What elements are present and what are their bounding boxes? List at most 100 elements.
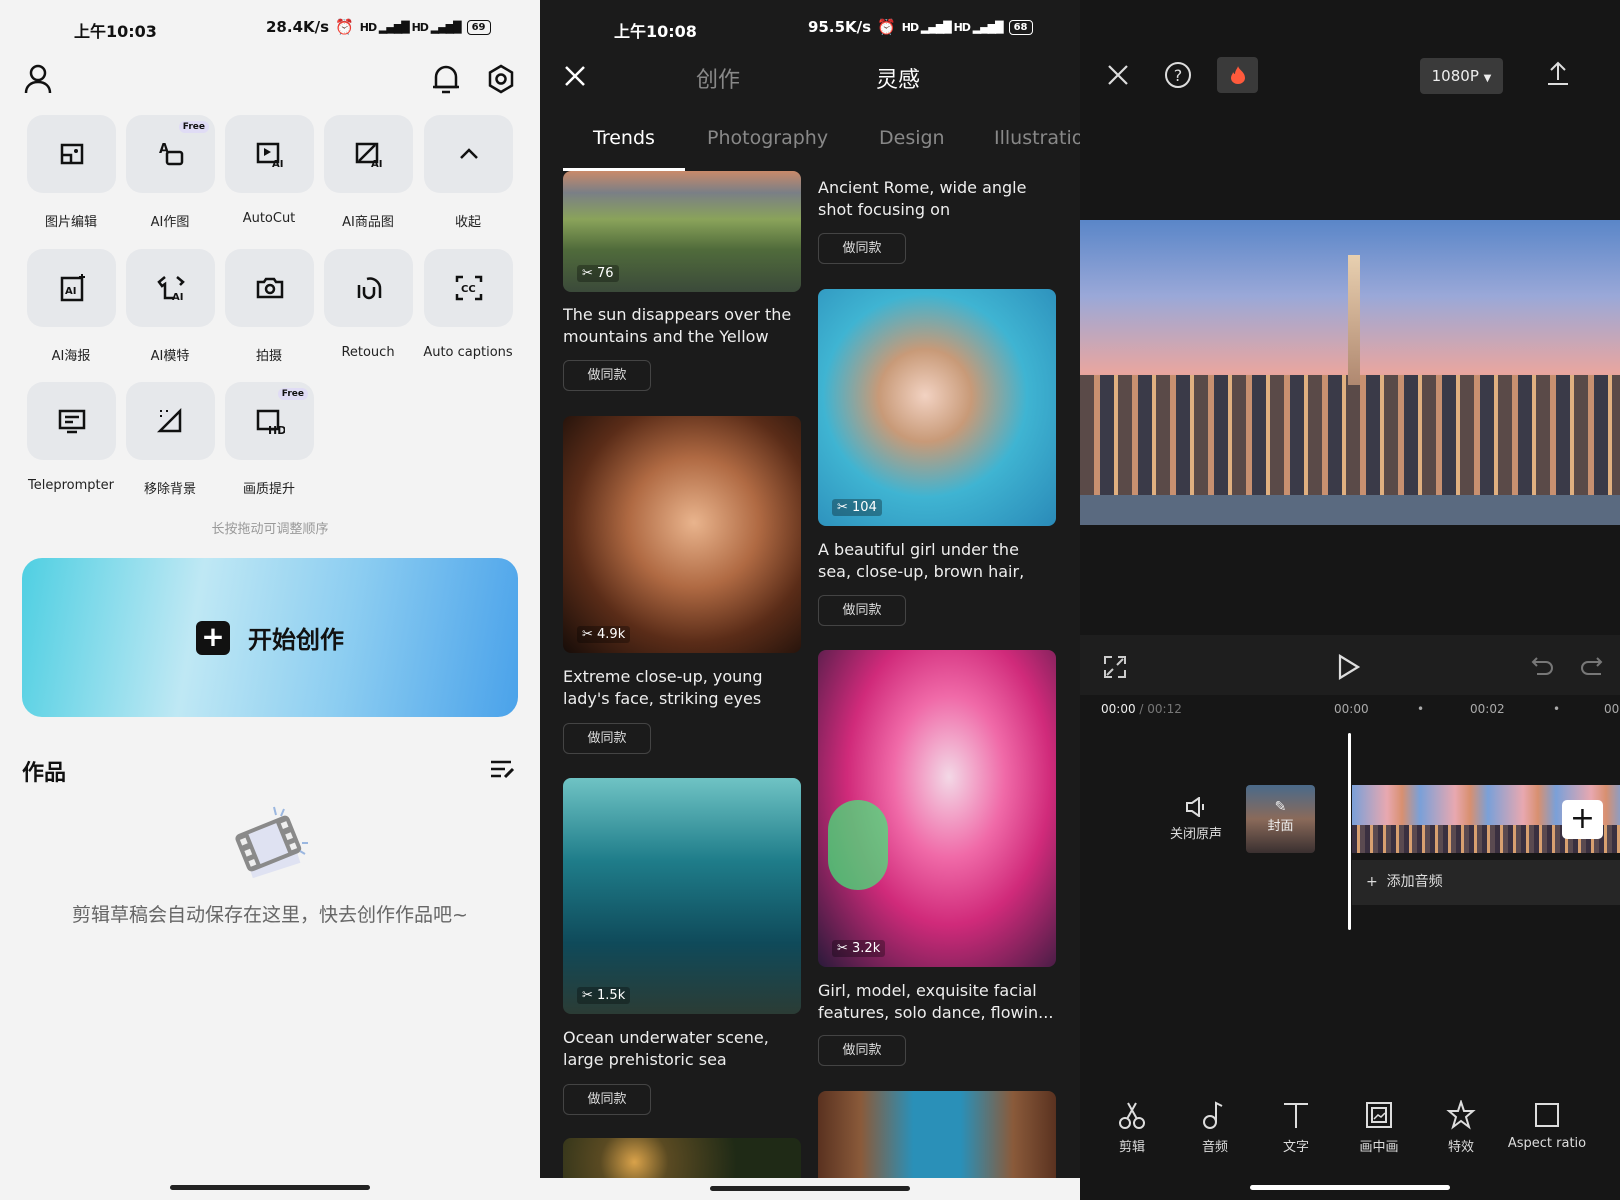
autocut-icon: AI (256, 142, 283, 169)
tool-remove-bg[interactable] (126, 382, 215, 460)
svg-text:CC: CC (461, 284, 476, 295)
ruler-dot: • (1553, 702, 1561, 716)
tool-camera[interactable] (225, 249, 314, 327)
make-same-button[interactable]: 做同款 (563, 723, 651, 754)
signal-icon: HD ▂▄▆█ HD ▂▄▆█ (901, 20, 1004, 34)
tool-chevron-up[interactable] (424, 115, 513, 193)
tool-label: AI海报 (51, 349, 91, 364)
toolbar-text[interactable]: 文字 (1251, 1100, 1341, 1155)
toolbar-music-note[interactable]: 音频 (1170, 1100, 1260, 1155)
make-same-button[interactable]: 做同款 (818, 233, 906, 264)
usage-count: ✂ 76 (577, 265, 619, 282)
tab-photography[interactable]: Photography (707, 127, 828, 149)
tool-label: 收起 (454, 215, 481, 230)
play-icon[interactable] (1338, 654, 1360, 680)
tool-label: AI商品图 (342, 215, 394, 230)
svg-text:AI: AI (172, 292, 183, 303)
help-icon[interactable]: ? (1164, 61, 1192, 89)
mute-label: 关闭原声 (1169, 827, 1222, 842)
video-preview[interactable] (1080, 220, 1620, 525)
make-same-button[interactable]: 做同款 (818, 595, 906, 626)
toolbar-effects-star[interactable]: 特效 (1416, 1100, 1506, 1155)
works-title: 作品 (22, 761, 67, 786)
timecode: 00:00 / 00:12 (1101, 702, 1182, 716)
add-clip-button[interactable]: + (1562, 800, 1603, 839)
card-image[interactable]: ✂ 4.9k (563, 416, 801, 653)
resolution-value: 1080P (1431, 67, 1479, 85)
bell-icon[interactable] (432, 64, 460, 94)
card-image[interactable]: ✂ 104 (818, 289, 1056, 526)
card-image[interactable] (818, 1091, 1056, 1191)
toolbar-scissors[interactable]: 剪辑 (1087, 1100, 1177, 1155)
make-same-button[interactable]: 做同款 (563, 360, 651, 391)
tool-image-edit[interactable] (27, 115, 116, 193)
tool-captions[interactable]: CC (424, 249, 513, 327)
caret-down-icon: ▼ (1483, 73, 1492, 84)
undo-icon[interactable] (1531, 656, 1555, 678)
tool-hd-enhance[interactable]: HD Free (225, 382, 314, 460)
user-icon[interactable] (24, 64, 52, 94)
tool-label: Teleprompter (28, 478, 114, 493)
hot-button[interactable] (1217, 57, 1258, 93)
tool-ai-product[interactable]: AI (324, 115, 413, 193)
start-creating-button[interactable]: + 开始创作 (22, 558, 518, 717)
make-same-button[interactable]: 做同款 (563, 1084, 651, 1115)
reorder-hint: 长按拖动可调整顺序 (211, 522, 329, 537)
tab-illustration[interactable]: Illustratio (994, 127, 1080, 149)
card-text: The sun disappears over the mountains an… (563, 305, 792, 346)
tool-label: 图片编辑 (44, 215, 97, 230)
export-icon[interactable] (1546, 60, 1570, 86)
toolbar-aspect-ratio[interactable]: Aspect ratio (1502, 1100, 1592, 1151)
tab-create[interactable]: 创作 (696, 62, 740, 94)
usage-count: ✂ 1.5k (577, 987, 631, 1004)
usage-count: ✂ 4.9k (577, 626, 631, 643)
edit-pencil-icon: ✎ (1274, 799, 1287, 815)
captions-icon: CC (455, 275, 482, 301)
make-same-button[interactable]: 做同款 (818, 1035, 906, 1066)
tab-design[interactable]: Design (879, 127, 945, 149)
manage-list-icon[interactable] (490, 758, 516, 780)
tool-ai-draw[interactable]: A Free (126, 115, 215, 193)
redo-icon[interactable] (1579, 656, 1603, 678)
tool-autocut[interactable]: AI (225, 115, 314, 193)
add-audio-button[interactable]: + 添加音频 (1352, 860, 1620, 905)
effects-star-icon (1446, 1100, 1476, 1130)
home-indicator (1250, 1185, 1450, 1190)
card-image[interactable]: ✂ 1.5k (563, 778, 801, 1014)
close-icon[interactable] (564, 65, 586, 87)
toolbar-picture-in-picture[interactable]: 画中画 (1334, 1100, 1424, 1155)
toolbar-label: 音频 (1201, 1140, 1228, 1155)
svg-text:AI: AI (371, 159, 382, 169)
tool-label: Retouch (341, 345, 395, 360)
tool-label: 移除背景 (143, 482, 196, 497)
network-speed: 95.5K/s (808, 18, 872, 36)
svg-text:?: ? (1174, 66, 1183, 85)
resolution-dropdown[interactable]: 1080P ▼ (1420, 58, 1503, 94)
tool-teleprompter[interactable] (27, 382, 116, 460)
svg-text:HD: HD (268, 424, 285, 436)
tool-label: AutoCut (242, 211, 296, 226)
cover-button[interactable]: ✎ 封面 (1246, 785, 1315, 853)
settings-icon[interactable] (487, 64, 515, 94)
home-indicator (710, 1186, 910, 1191)
film-reel-icon (235, 806, 308, 879)
picture-in-picture-icon (1366, 1102, 1392, 1128)
tool-retouch[interactable] (324, 249, 413, 327)
card-image[interactable]: ✂ 3.2k (818, 650, 1056, 967)
scissors-icon (1119, 1102, 1145, 1129)
tab-inspiration[interactable]: 灵感 (876, 62, 920, 94)
tool-ai-poster[interactable]: AI (27, 249, 116, 327)
ai-draw-icon: A (159, 142, 183, 166)
tab-trends[interactable]: Trends (593, 127, 655, 149)
status-bar: 上午10:08 95.5K/s ⏰ HD ▂▄▆█ HD ▂▄▆█ 68 (540, 18, 1080, 42)
mute-original-button[interactable]: 关闭原声 (1166, 796, 1226, 842)
close-icon[interactable] (1107, 64, 1129, 86)
fullscreen-icon[interactable] (1104, 656, 1126, 678)
playhead[interactable] (1348, 733, 1351, 930)
tool-ai-model[interactable]: AI (126, 249, 215, 327)
teleprompter-icon (58, 409, 85, 434)
add-audio-label: 添加音频 (1386, 874, 1443, 890)
card-image[interactable]: ✂ 76 (563, 171, 801, 292)
card-text: Girl, model, exquisite facial features, … (818, 981, 1054, 1022)
plus-icon: + (1366, 874, 1378, 890)
